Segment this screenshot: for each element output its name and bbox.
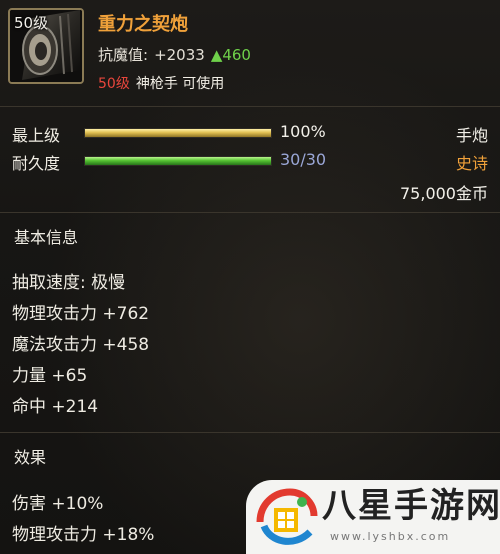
- durability-bar-fill: [85, 157, 271, 165]
- item-name: 重力之契炮: [98, 14, 188, 35]
- effects-heading: 效果: [14, 448, 47, 467]
- durability-label: 耐久度: [12, 154, 61, 173]
- item-tooltip: 50级 重力之契炮 抗魔值: +2033 ▲460 50级 神枪手 可使用 最上级 1…: [0, 0, 500, 554]
- stat-line: 抽取速度: 极慢: [12, 273, 126, 293]
- magic-resist-label: 抗魔值:: [98, 46, 149, 64]
- item-level-badge: 50级: [14, 14, 49, 32]
- item-type: 手炮: [455, 126, 488, 145]
- grade-bar-fill: [85, 129, 271, 137]
- magic-resist-value: +2033: [154, 46, 205, 64]
- requirement-level: 50级: [98, 76, 130, 92]
- watermark-logo-icon: [256, 488, 318, 545]
- effect-line: 伤害 +10%: [12, 494, 104, 514]
- watermark-url: www.lyshbx.com: [330, 530, 451, 543]
- magic-resist-increase: ▲460: [210, 46, 251, 64]
- watermark-site-name: 八星手游网: [322, 486, 500, 526]
- durability-bar: [84, 156, 272, 166]
- item-price: 75,000金币: [400, 184, 488, 203]
- stat-line: 命中 +214: [12, 397, 99, 417]
- grade-bar: [84, 128, 272, 138]
- stat-line: 力量 +65: [12, 366, 88, 386]
- site-watermark: 八星手游网 www.lyshbx.com: [246, 480, 500, 554]
- requirement-class: 神枪手 可使用: [135, 76, 225, 92]
- effect-line: 物理攻击力 +18%: [12, 525, 155, 545]
- divider: [0, 106, 500, 107]
- item-rarity: 史诗: [455, 154, 488, 173]
- item-icon-frame[interactable]: 50级: [8, 8, 84, 84]
- divider: [0, 212, 500, 213]
- stat-line: 魔法攻击力 +458: [12, 335, 150, 355]
- grade-label: 最上级: [12, 126, 61, 145]
- magic-resist-row: 抗魔值: +2033 ▲460: [98, 44, 251, 65]
- requirement-row: 50级 神枪手 可使用: [98, 73, 224, 93]
- stat-line: 物理攻击力 +762: [12, 304, 150, 324]
- durability-value: 30/30: [280, 150, 327, 169]
- basic-info-heading: 基本信息: [14, 228, 79, 247]
- divider: [0, 432, 500, 433]
- grade-value: 100%: [280, 122, 326, 141]
